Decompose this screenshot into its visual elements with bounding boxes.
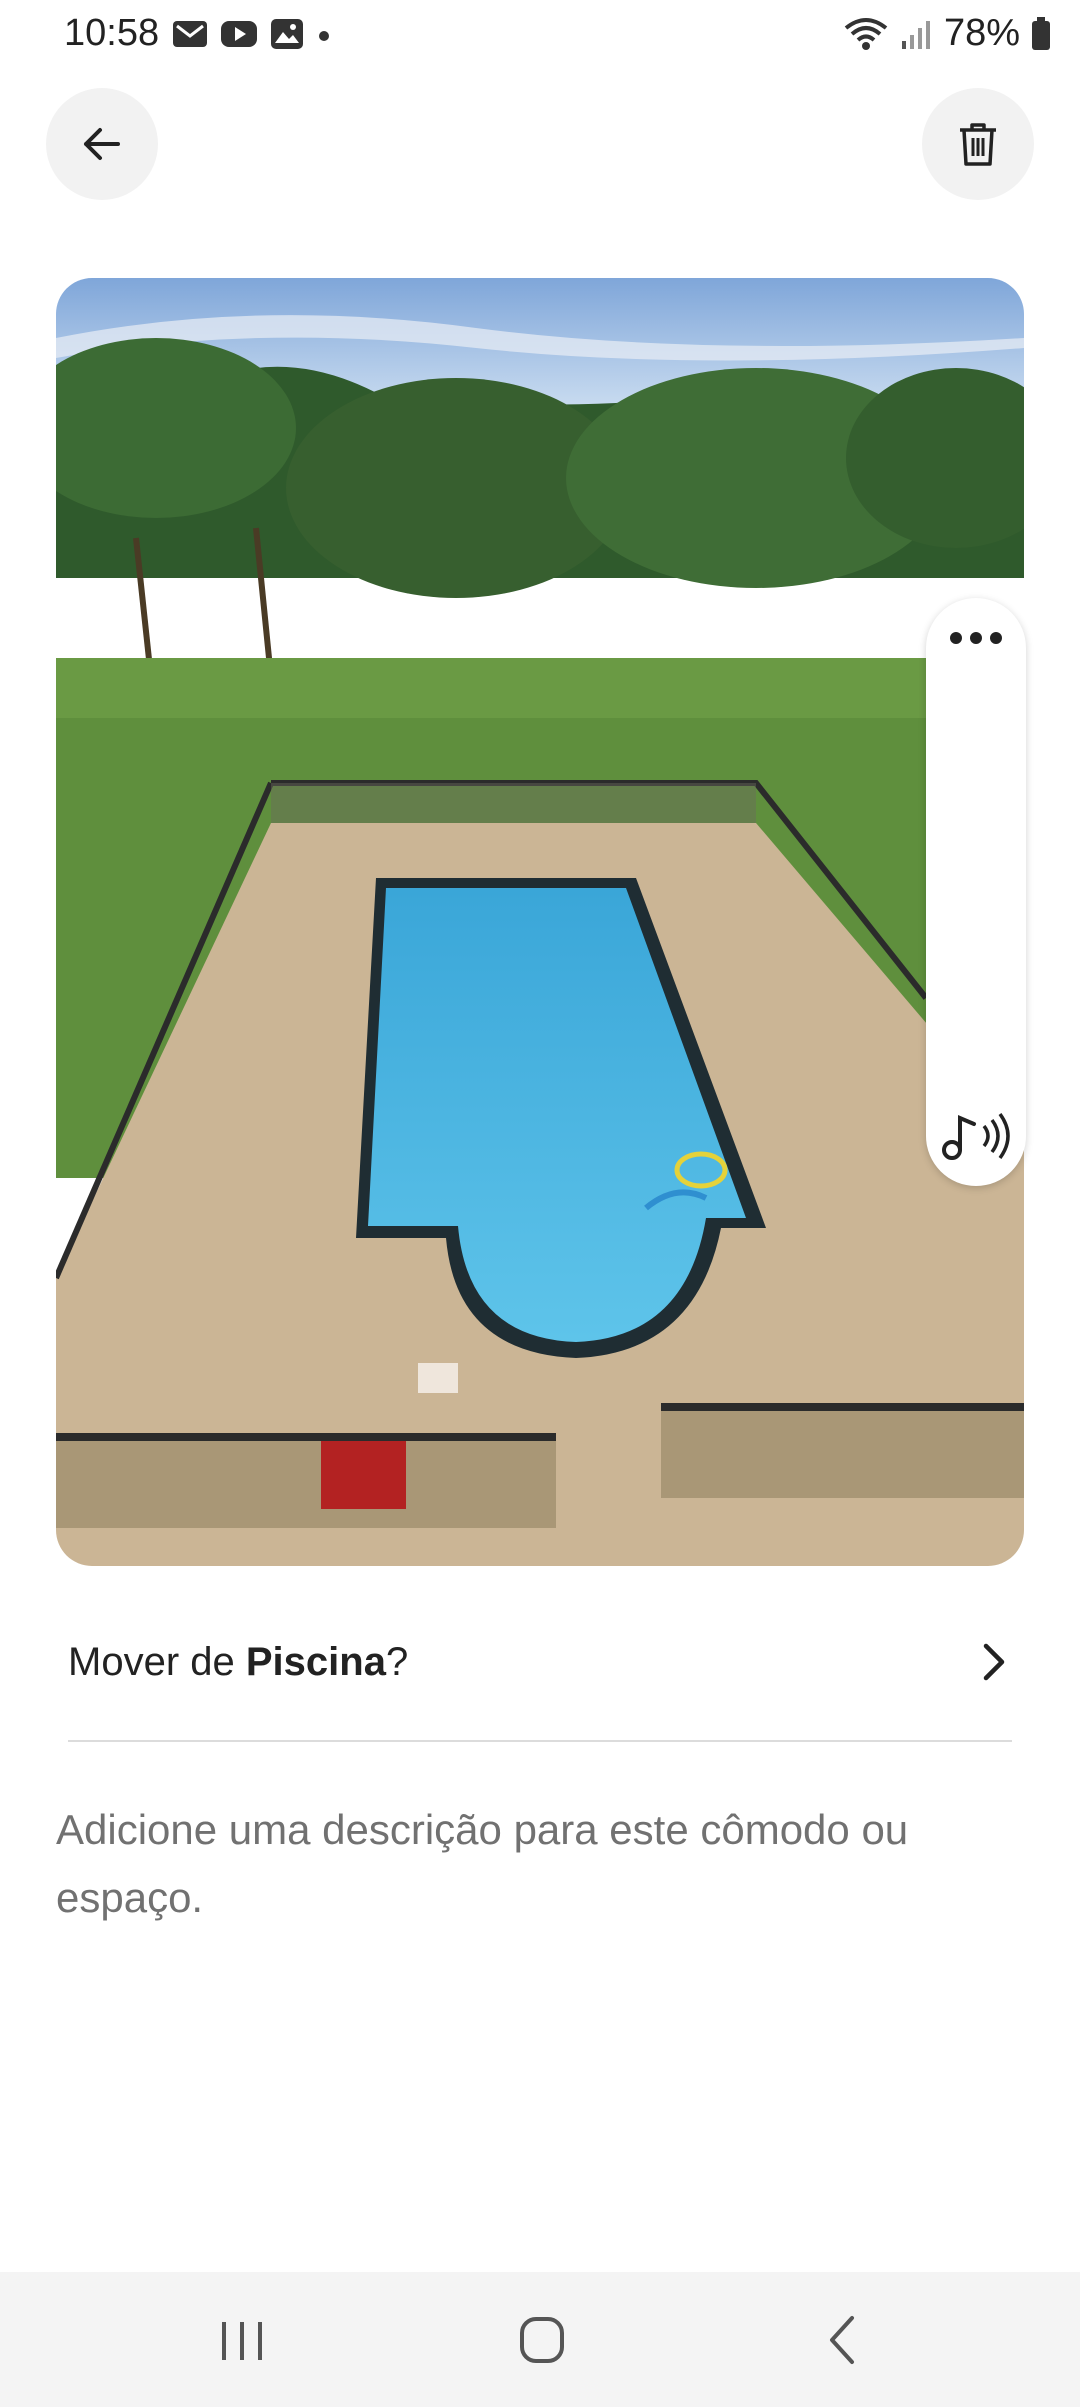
battery-percent: 78%: [943, 12, 1020, 54]
divider: [68, 1740, 1012, 1742]
wifi-icon: [844, 17, 888, 50]
trash-icon: [960, 123, 996, 166]
move-prefix-text: Mover de: [68, 1640, 246, 1684]
home-icon: [520, 2317, 564, 2363]
delete-button[interactable]: [922, 88, 1034, 200]
gmail-icon: [173, 21, 207, 47]
dot-icon: [319, 31, 329, 41]
notification-icons: [172, 18, 332, 50]
recent-apps-button[interactable]: [200, 2312, 284, 2368]
music-sound-icon: [942, 1112, 1010, 1160]
chevron-right-icon: [983, 1643, 1005, 1681]
recent-apps-icon: [222, 2322, 262, 2360]
more-options-button[interactable]: [946, 626, 1006, 655]
signal-icon: [901, 20, 930, 49]
room-name: Piscina: [245, 1640, 386, 1684]
battery-icon: [1032, 16, 1050, 50]
arrow-left-icon: [84, 128, 120, 160]
youtube-icon: [221, 21, 257, 47]
home-button[interactable]: [500, 2306, 584, 2374]
move-room-row[interactable]: Mover de Piscina?: [68, 1626, 1016, 1736]
description-input[interactable]: Adicione uma descrição para este cômodo …: [56, 1796, 1016, 1932]
system-back-button[interactable]: [800, 2306, 884, 2374]
move-suffix-text: ?: [385, 1640, 409, 1684]
back-icon: [830, 2316, 854, 2364]
gallery-icon: [271, 19, 303, 49]
more-horizontal-icon: [950, 632, 1002, 644]
room-photo[interactable]: [56, 278, 1024, 1566]
status-bar: 10:58 78%: [0, 0, 1080, 76]
system-icons: 78%: [842, 12, 1052, 55]
audio-description-button[interactable]: [940, 1108, 1012, 1169]
status-time: 10:58: [64, 12, 160, 54]
move-room-label: Mover de Piscina?: [68, 1640, 408, 1685]
navigation-bar: [0, 2272, 1080, 2407]
back-button[interactable]: [46, 88, 158, 200]
photo-side-menu: [926, 598, 1026, 1186]
pool-photo-image: [56, 278, 1024, 1566]
